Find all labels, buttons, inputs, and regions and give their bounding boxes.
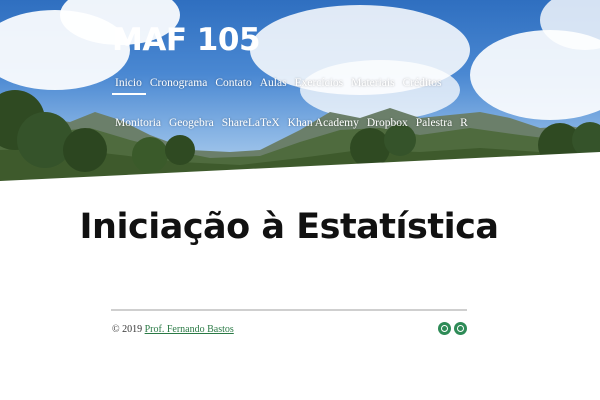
nav-item-exercicios[interactable]: Exercícios [291,77,348,89]
nav-item-geogebra[interactable]: Geogebra [165,117,218,129]
secondary-nav: Monitoria Geogebra ShareLaTeX Khan Acade… [112,113,472,131]
author-link[interactable]: Prof. Fernando Bastos [145,324,234,335]
nav-item-materiais[interactable]: Materiais [347,77,398,89]
page-title: Iniciação à Estatística [79,207,499,247]
nav-item-palestra[interactable]: Palestra [412,117,456,129]
site-title[interactable]: MAF 105 [112,22,261,58]
nav-item-r[interactable]: R [456,117,472,129]
social-circle-icon[interactable] [438,322,451,335]
nav-item-inicio[interactable]: Inicio [112,77,146,95]
nav-item-aulas[interactable]: Aulas [256,77,291,89]
nav-item-sharelatex[interactable]: ShareLaTeX [218,117,284,129]
nav-item-monitoria[interactable]: Monitoria [112,117,165,129]
nav-item-cronograma[interactable]: Cronograma [146,77,211,89]
hero-banner: MAF 105 Inicio Cronograma Contato Aulas … [0,0,600,185]
footer-copyright: © 2019 Prof. Fernando Bastos [112,324,234,335]
social-circle-icon[interactable] [454,322,467,335]
footer-divider [111,309,467,311]
nav-item-creditos[interactable]: Créditos [399,77,446,89]
primary-nav: Inicio Cronograma Contato Aulas Exercíci… [112,73,446,95]
copyright-text: © 2019 [112,324,145,335]
nav-item-contato[interactable]: Contato [211,77,255,89]
nav-item-dropbox[interactable]: Dropbox [363,117,412,129]
nav-item-khan-academy[interactable]: Khan Academy [284,117,363,129]
